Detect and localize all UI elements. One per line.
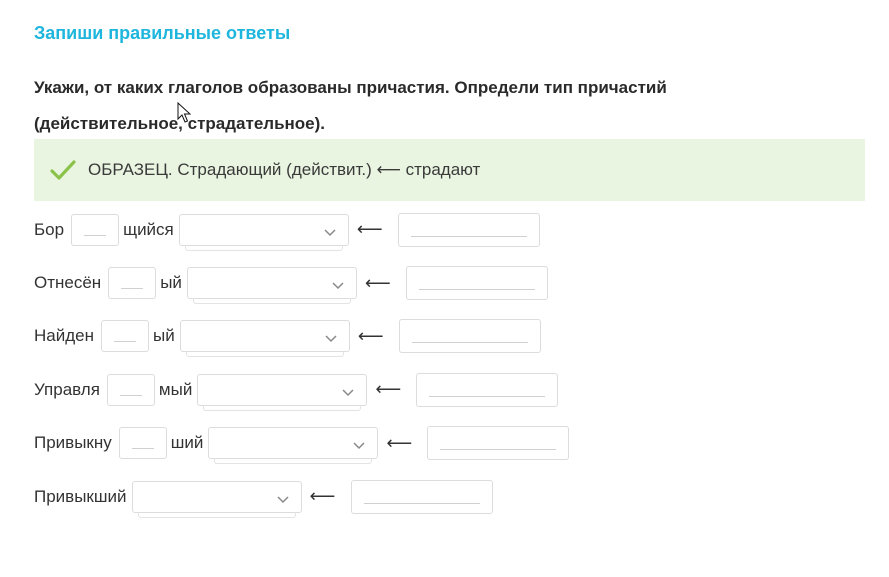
missing-letter-input[interactable] xyxy=(108,267,157,300)
exercise-row: Привыкший ⟵ xyxy=(34,470,569,523)
word-prefix: Привыкну xyxy=(34,433,112,453)
participle-type-select[interactable] xyxy=(197,373,368,411)
source-verb-input[interactable] xyxy=(427,426,570,461)
missing-letter-input[interactable] xyxy=(71,213,120,246)
participle-type-select[interactable] xyxy=(178,213,349,251)
missing-letter-input[interactable] xyxy=(118,427,167,460)
sample-text: ОБРАЗЕЦ. Страдающий (действит.) ⟵ страда… xyxy=(88,160,481,179)
participle-type-select[interactable] xyxy=(179,320,350,358)
exercise-row: Привыкну ший ⟵ xyxy=(34,417,570,470)
word-prefix: Бор xyxy=(34,219,65,239)
arrow-left-icon: ⟵ xyxy=(356,219,383,240)
arrow-left-icon: ⟵ xyxy=(357,325,384,346)
word-prefix: Отнесён xyxy=(34,273,102,293)
word-suffix: щийся xyxy=(123,219,174,239)
chevron-down-icon xyxy=(324,224,336,242)
word-suffix: ый xyxy=(160,273,182,293)
word-suffix: мый xyxy=(158,379,193,399)
missing-letter-input[interactable] xyxy=(106,373,155,406)
arrow-left-icon: ⟵ xyxy=(364,272,391,293)
exercise-row: Бор щийся ⟵ xyxy=(34,203,569,256)
participle-type-select[interactable] xyxy=(186,267,357,305)
arrow-left-icon: ⟵ xyxy=(375,379,402,400)
mouse-cursor-icon xyxy=(177,101,192,129)
source-verb-input[interactable] xyxy=(405,266,548,301)
word-full: Привыкший xyxy=(34,486,127,506)
missing-letter-input[interactable] xyxy=(101,320,149,353)
exercise-row: Управля мый ⟵ xyxy=(34,363,569,416)
word-prefix: Управля xyxy=(34,379,100,399)
chevron-down-icon xyxy=(353,437,365,455)
word-suffix: ший xyxy=(170,433,204,453)
word-prefix: Найден xyxy=(34,326,94,346)
source-verb-input[interactable] xyxy=(398,319,541,354)
word-suffix: ый xyxy=(153,326,175,346)
participle-type-select[interactable] xyxy=(131,480,302,518)
chevron-down-icon xyxy=(332,277,344,295)
arrow-left-icon: ⟵ xyxy=(386,432,413,453)
chevron-down-icon xyxy=(342,384,354,402)
exercise-row: Найден ый ⟵ xyxy=(34,310,569,363)
participle-type-select[interactable] xyxy=(208,427,379,465)
task-instruction: Укажи, от каких глаголов образованы прич… xyxy=(34,78,667,133)
sample-example: ОБРАЗЕЦ. Страдающий (действит.) ⟵ страда… xyxy=(34,139,865,201)
chevron-down-icon xyxy=(325,330,337,348)
chevron-down-icon xyxy=(276,491,289,509)
page-title: Запиши правильные ответы xyxy=(34,23,291,43)
source-verb-input[interactable] xyxy=(416,372,559,407)
arrow-left-icon: ⟵ xyxy=(309,486,336,507)
exercise-rows: Бор щийся ⟵ Отнесён ый ⟵ Найден ый ⟵ Упр… xyxy=(34,203,570,523)
source-verb-input[interactable] xyxy=(350,479,493,514)
source-verb-input[interactable] xyxy=(397,212,540,247)
exercise-row: Отнесён ый ⟵ xyxy=(34,256,569,309)
check-icon xyxy=(50,156,78,184)
